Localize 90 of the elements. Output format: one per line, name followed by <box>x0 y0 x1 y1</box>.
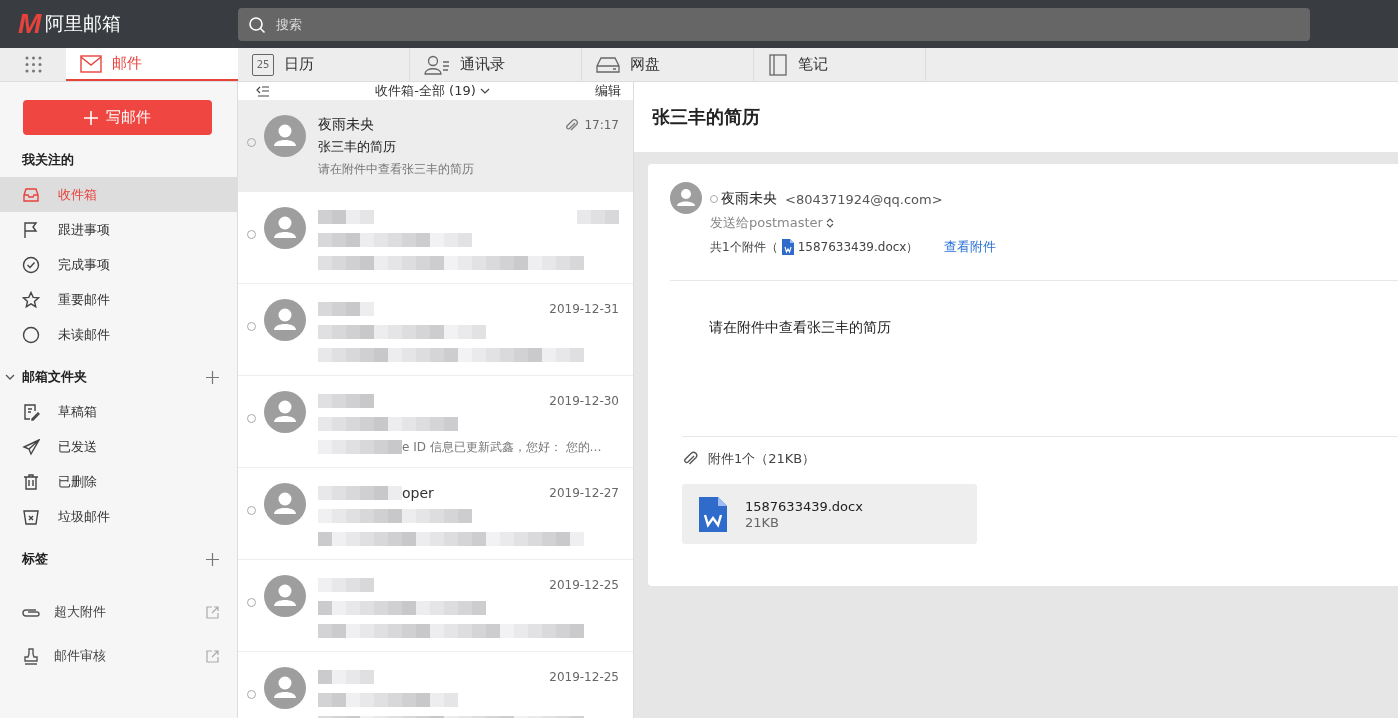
external-link-icon[interactable] <box>206 649 219 663</box>
sender-name: 夜雨未央 <box>721 190 777 208</box>
avatar-icon <box>670 182 702 214</box>
mail-date: 2019-12-27 <box>549 486 619 500</box>
section-title: 我关注的 <box>22 151 75 169</box>
sidebar-item[interactable]: 未读邮件 <box>0 317 237 352</box>
file-size: 21KB <box>745 514 780 530</box>
add-icon[interactable] <box>206 370 219 384</box>
mail-row[interactable]: 夜雨未央 17:17 张三丰的简历 请在附件中查看张三丰的简历 <box>238 100 633 192</box>
avatar-icon <box>264 575 306 617</box>
attachments-heading: 附件1个（21KB） <box>708 450 816 468</box>
spam-bin-icon <box>22 507 40 526</box>
nav-tab[interactable]: 25 日历 <box>238 48 410 81</box>
mail-row[interactable]: 2019-12-25 <box>238 560 633 652</box>
sidebar-item[interactable]: 完成事项 <box>0 247 237 282</box>
avatar-icon <box>264 299 306 341</box>
avatar-icon <box>264 483 306 525</box>
sidebar-link[interactable]: 邮件审核 <box>54 647 192 665</box>
mail-time: 17:17 <box>584 118 619 132</box>
mail-date: 2019-12-30 <box>549 394 619 408</box>
mail-title: 张三丰的简历 <box>652 105 760 129</box>
avatar-icon <box>264 207 306 249</box>
notebook-icon <box>768 53 788 76</box>
sidebar-item[interactable]: 重要邮件 <box>0 282 237 317</box>
paper-plane-icon <box>22 437 40 456</box>
mail-subject: 张三丰的简历 <box>318 138 397 156</box>
check-circle-icon <box>22 255 40 274</box>
file-name: 1587633439.docx <box>745 498 863 514</box>
word-file-icon <box>781 239 794 255</box>
recipient-text[interactable]: 发送给postmaster <box>710 214 823 232</box>
contacts-icon <box>424 54 450 75</box>
mail-preview: 请在附件中查看张三丰的简历 <box>318 161 475 178</box>
paperclip-icon <box>682 451 698 467</box>
edit-link[interactable]: 编辑 <box>595 82 621 100</box>
sidebar-item[interactable]: 草稿箱 <box>0 394 237 429</box>
mail-row[interactable]: 2019-12-25 <box>238 652 633 718</box>
mail-row[interactable]: oper 2019-12-27 <box>238 468 633 560</box>
mail-date: 2019-12-31 <box>549 302 619 316</box>
mail-date: 2019-12-25 <box>549 670 619 684</box>
sidebar-link[interactable]: 超大附件 <box>54 603 192 621</box>
sidebar-item[interactable]: 已删除 <box>0 464 237 499</box>
mail-preview: e ID 信息已更新武鑫，您好： 您的… <box>402 438 602 456</box>
folder-title[interactable]: 收件箱-全部 (19) <box>375 82 476 100</box>
nav-tab[interactable]: 笔记 <box>754 48 926 81</box>
mail-date: 2019-12-25 <box>549 578 619 592</box>
trash-icon <box>22 472 40 491</box>
attachment-card[interactable]: 1587633439.docx 21KB <box>682 484 977 544</box>
nav-tab[interactable]: 通讯录 <box>410 48 582 81</box>
stamp-icon <box>22 647 40 665</box>
sidebar-item[interactable]: 已发送 <box>0 429 237 464</box>
app-name: 阿里邮箱 <box>45 11 122 36</box>
avatar-icon <box>264 115 306 157</box>
sort-arrows-icon[interactable] <box>825 218 834 228</box>
avatar-icon <box>264 667 306 709</box>
sender-name: oper <box>402 485 434 501</box>
mail-body: 请在附件中查看张三丰的简历 <box>709 319 891 335</box>
word-file-icon <box>699 496 727 532</box>
app-grid-icon[interactable] <box>24 56 42 73</box>
circle-icon <box>22 325 40 344</box>
section-title: 邮箱文件夹 <box>22 368 88 386</box>
drive-icon <box>596 55 620 74</box>
mail-row[interactable]: 2019-12-31 <box>238 284 633 376</box>
nav-tab[interactable]: 邮件 <box>66 48 238 81</box>
mail-row[interactable]: 2019-12-30 e ID 信息已更新武鑫，您好： 您的… <box>238 376 633 468</box>
avatar-icon <box>264 391 306 433</box>
add-icon[interactable] <box>206 552 219 566</box>
sender-email: <804371924@qq.com> <box>785 191 943 207</box>
section-title: 标签 <box>22 550 49 568</box>
star-icon <box>22 290 40 309</box>
draft-icon <box>22 402 40 421</box>
inbox-icon <box>22 185 40 204</box>
logo-mark: M <box>18 8 42 40</box>
envelope-icon <box>80 54 102 73</box>
pixelated-text <box>577 210 619 224</box>
attachment-file: 1587633439.docx） <box>797 238 919 256</box>
compose-button[interactable]: 写邮件 <box>23 100 212 135</box>
attachment-count: 共1个附件（ <box>710 238 778 256</box>
search-icon <box>248 15 266 34</box>
dropdown-icon[interactable] <box>479 87 490 95</box>
view-attachments-link[interactable]: 查看附件 <box>944 238 997 256</box>
external-link-icon[interactable] <box>206 605 219 619</box>
plus-icon <box>84 110 98 125</box>
nav-tab[interactable]: 网盘 <box>582 48 754 81</box>
sidebar-item[interactable]: 跟进事项 <box>0 212 237 247</box>
search-field[interactable]: 搜索 <box>238 7 1310 41</box>
collapse-icon[interactable] <box>256 85 270 97</box>
flag-icon <box>22 220 40 239</box>
calendar-icon: 25 <box>252 53 274 76</box>
sidebar-item[interactable]: 垃圾邮件 <box>0 499 237 534</box>
sender-name: 夜雨未央 <box>318 116 375 134</box>
